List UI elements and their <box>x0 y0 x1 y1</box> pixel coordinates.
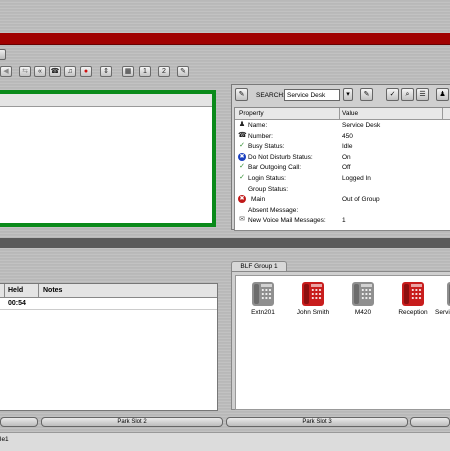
blf-grid: Extn201 John Smith M420 Reception Servi <box>235 275 450 410</box>
top-strip <box>0 0 450 33</box>
edit-icon[interactable]: ✎ <box>360 88 373 101</box>
check-icon: ✓ <box>239 142 245 150</box>
search-label: SEARCH: <box>256 92 285 99</box>
park-two-icon[interactable]: 2 <box>158 66 170 77</box>
list-item[interactable]: ✓ Bar Outgoing Call: Off <box>235 162 450 173</box>
active-call-panel <box>0 90 216 227</box>
blf-extension[interactable]: Extn201 <box>240 282 286 316</box>
property-name: Login Status: <box>248 174 286 182</box>
find-icon[interactable]: ⌕ <box>401 88 414 101</box>
property-name: Do Not Disturb Status: <box>248 153 313 161</box>
list-item[interactable]: Absent Message: <box>235 205 450 216</box>
error-icon: ✖ <box>238 195 246 204</box>
status-text: le1 <box>0 436 9 443</box>
list-item[interactable]: ✖ Do Not Disturb Status: On <box>235 152 450 163</box>
phone-icon: ☎ <box>238 131 247 139</box>
property-name: Number: <box>248 132 273 140</box>
park-slot-button[interactable]: Park Slot 3 <box>226 417 408 427</box>
table-row[interactable]: 00:54 <box>0 298 217 310</box>
dnd-icon: ✖ <box>238 152 246 161</box>
property-table-header: Property Value <box>235 108 450 120</box>
list-item[interactable]: ✉ New Voice Mail Messages: 1 <box>235 215 450 226</box>
check-icon: ✓ <box>239 173 245 181</box>
small-toggle-button[interactable] <box>0 49 6 60</box>
property-value: Off <box>342 164 351 172</box>
user-icon[interactable]: ♟ <box>436 88 449 101</box>
active-call-panel-header <box>0 94 212 107</box>
blf-extension-label: M420 <box>354 309 372 316</box>
status-bar: le1 <box>0 432 450 451</box>
pin-icon[interactable]: ✎ <box>235 88 248 101</box>
property-value: Out of Group <box>342 196 380 204</box>
volume-icon[interactable]: ♫ <box>64 66 76 77</box>
blf-extension-label: John Smith <box>296 309 330 316</box>
desk-phone-icon <box>302 282 324 306</box>
check-icon: ✓ <box>239 163 245 171</box>
title-color-bar <box>0 33 450 44</box>
up-down-icon[interactable]: ⇕ <box>100 66 112 77</box>
property-value: Service Desk <box>342 122 381 129</box>
transfer-icon[interactable]: ⇆ <box>19 66 31 77</box>
list-item[interactable]: ✖ Main Out of Group <box>235 194 450 205</box>
property-name: New Voice Mail Messages: <box>248 217 326 225</box>
record-icon[interactable]: ● <box>80 66 92 77</box>
park-slot-button[interactable] <box>0 417 38 427</box>
blf-panel: Extn201 John Smith M420 Reception Servi <box>231 271 450 410</box>
property-name: Group Status: <box>248 185 289 193</box>
property-table: Property Value ♟ Name: Service Desk ☎ Number… <box>234 107 450 231</box>
blf-extension[interactable]: Servi <box>435 282 450 316</box>
blf-extension-label: Extn201 <box>251 309 275 316</box>
list-item[interactable]: ☎ Number: 450 <box>235 131 450 142</box>
property-name: Name: <box>248 122 268 129</box>
keypad-icon[interactable]: ▦ <box>122 66 134 77</box>
search-input[interactable]: Service Desk <box>284 89 340 101</box>
conference-icon[interactable]: « <box>34 66 46 77</box>
property-value: Idle <box>342 143 353 151</box>
desk-phone-icon <box>252 282 274 306</box>
property-value: On <box>342 153 351 161</box>
list-item[interactable]: ♟ Name: Service Desk <box>235 120 450 131</box>
park-slot-button[interactable] <box>410 417 450 427</box>
desk-phone-icon <box>402 282 424 306</box>
desk-phone-icon <box>352 282 374 306</box>
property-value: 1 <box>342 217 346 225</box>
voicemail-icon: ✉ <box>239 216 245 224</box>
value-column-header[interactable]: Value <box>342 110 358 117</box>
blf-extension-label: Servi <box>435 309 450 316</box>
list-item[interactable]: ✓ Login Status: Logged In <box>235 173 450 184</box>
held-calls-table: Held Notes 00:54 <box>0 283 218 411</box>
blf-extension[interactable]: Reception <box>390 282 436 316</box>
held-time: 00:54 <box>8 300 26 307</box>
property-name: Absent Message: <box>248 206 299 214</box>
park-slot-button[interactable]: Park Slot 2 <box>41 417 223 427</box>
directory-panel: ✎ SEARCH: Service Desk ▾ ✎ ✓ ⌕ ☰ ♟ Property V… <box>231 84 450 231</box>
list-icon[interactable]: ☰ <box>416 88 429 101</box>
property-name: Bar Outgoing Call: <box>248 164 302 172</box>
section-divider <box>0 238 450 248</box>
property-name: Main <box>251 196 266 204</box>
blf-extension-label: Reception <box>398 309 428 316</box>
blf-extension[interactable]: M420 <box>340 282 386 316</box>
park-one-icon[interactable]: 1 <box>139 66 151 77</box>
property-value: Logged In <box>342 174 371 182</box>
left-arrow-icon[interactable]: ◀ <box>0 66 12 77</box>
blf-extension[interactable]: John Smith <box>290 282 336 316</box>
person-icon: ♟ <box>238 121 246 128</box>
handset-icon[interactable]: ☎ <box>49 66 61 77</box>
held-calls-header: Held Notes <box>0 284 217 298</box>
held-column-header[interactable]: Held <box>8 287 23 294</box>
list-item[interactable]: ✓ Busy Status: Idle <box>235 141 450 152</box>
notes-column-header[interactable]: Notes <box>43 287 62 294</box>
property-column-header[interactable]: Property <box>239 110 264 117</box>
property-name: Busy Status: <box>248 143 285 151</box>
check-icon[interactable]: ✓ <box>386 88 399 101</box>
list-item[interactable]: Group Status: <box>235 184 450 195</box>
settings-wrench-icon[interactable]: ✎ <box>177 66 189 77</box>
search-dropdown-icon[interactable]: ▾ <box>343 88 353 101</box>
property-value: 450 <box>342 132 353 140</box>
